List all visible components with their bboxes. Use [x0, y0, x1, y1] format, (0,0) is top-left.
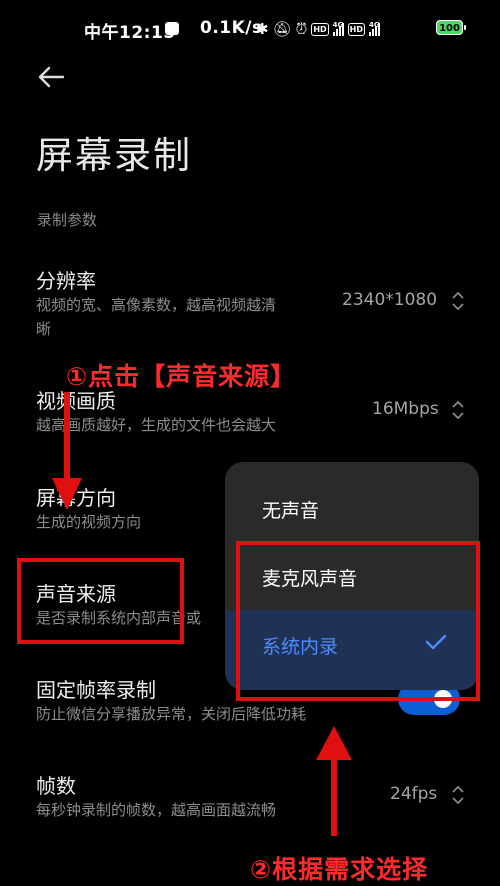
- stepper-icon: [452, 400, 464, 420]
- mute-icon: 🔕︎: [272, 20, 292, 38]
- setting-value: 2340*1080: [342, 290, 438, 310]
- app-notification-icon: [165, 22, 179, 35]
- setting-subtitle: 视频的宽、高像素数，越高视频越清: [36, 296, 277, 314]
- signal-icon: 4G: [369, 21, 381, 36]
- setting-subtitle: 生成的视频方向: [36, 513, 142, 531]
- back-button[interactable]: [36, 62, 66, 92]
- setting-resolution[interactable]: 分辨率 视频的宽、高像素数，越高视频越清 晰 2340*1080: [0, 255, 500, 345]
- dropdown-option[interactable]: 无声音: [225, 474, 479, 541]
- page-title: 屏幕录制: [36, 134, 192, 177]
- hd-icon: HD: [311, 22, 329, 36]
- setting-value: 16Mbps: [372, 399, 439, 419]
- setting-title: 帧数: [36, 774, 76, 798]
- annotation-highlight-options: [236, 541, 480, 701]
- section-label: 录制参数: [37, 211, 98, 229]
- bluetooth-icon: ✱: [256, 20, 269, 38]
- stepper-icon: [452, 785, 464, 805]
- status-bar: 中午12:15 0.1K/s ✱ 🔕︎ ⏰︎ HD 4G HD 4G 100: [0, 0, 500, 58]
- battery-icon: 100: [436, 20, 466, 35]
- status-time: 中午12:15: [84, 23, 176, 43]
- annotation-arrow-down: [52, 392, 82, 510]
- setting-subtitle: 晰: [36, 320, 52, 338]
- setting-title: 分辨率: [36, 269, 96, 293]
- annotation-arrow-up: [316, 726, 352, 836]
- annotation-step1: ①点击【声音来源】: [66, 362, 297, 391]
- setting-title: 固定帧率录制: [36, 678, 156, 702]
- setting-subtitle: 防止微信分享播放异常，关闭后降低功耗: [36, 705, 307, 723]
- setting-value: 24fps: [390, 784, 438, 804]
- alarm-icon: ⏰︎: [295, 20, 308, 38]
- annotation-highlight-audio-source: [17, 558, 184, 644]
- setting-fps[interactable]: 帧数 每秒钟录制的帧数，越高画面越流畅 24fps: [0, 760, 500, 830]
- annotation-step2: ②根据需求选择: [250, 855, 429, 884]
- hd-icon: HD: [347, 22, 366, 36]
- back-arrow-icon: [38, 66, 65, 88]
- setting-orientation[interactable]: 屏幕方向 生成的视频方向: [0, 472, 225, 542]
- signal-icon: 4G: [332, 21, 344, 36]
- stepper-icon: [452, 291, 464, 311]
- option-label: 无声音: [262, 500, 320, 522]
- setting-subtitle: 每秒钟录制的帧数，越高画面越流畅: [36, 801, 277, 819]
- status-net-speed: 0.1K/s: [200, 18, 263, 38]
- status-icons: ✱ 🔕︎ ⏰︎ HD 4G HD 4G: [256, 17, 381, 41]
